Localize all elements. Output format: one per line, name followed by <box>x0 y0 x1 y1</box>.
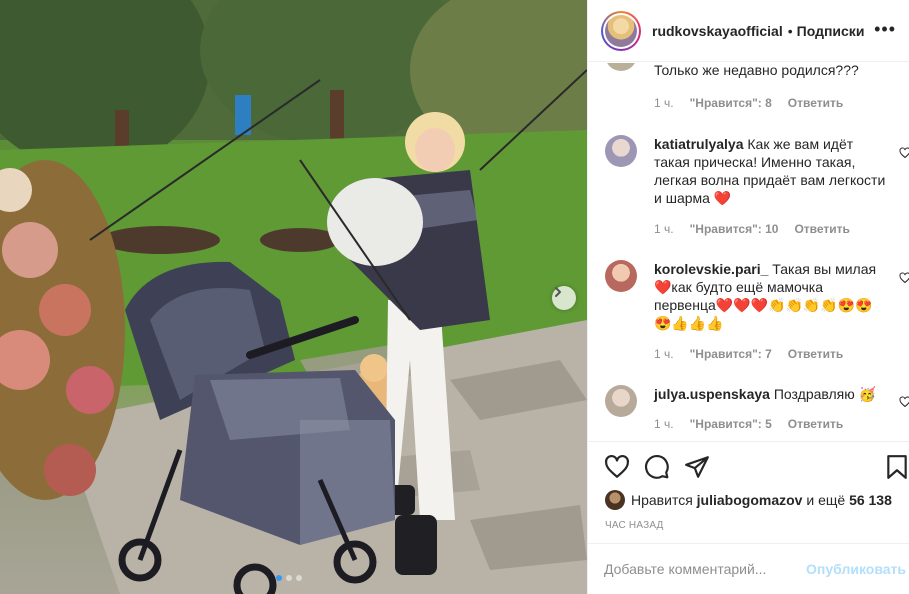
likes-summary: Нравится juliabogomazov и ещё 56 138 <box>605 490 892 510</box>
commenter-username[interactable]: katiatrulyalya <box>654 136 744 152</box>
comment-time: 1 ч. <box>654 417 674 431</box>
commenter-avatar[interactable] <box>605 385 637 417</box>
post-timestamp[interactable]: ЧАС НАЗАД <box>605 520 664 531</box>
comment-meta: 1 ч. "Нравится": 8 Ответить <box>654 96 843 110</box>
bookmark-icon[interactable] <box>884 454 909 480</box>
comment-like-heart-icon[interactable] <box>899 147 909 159</box>
share-icon[interactable] <box>684 454 710 480</box>
chevron-right-icon <box>555 287 561 297</box>
more-options-icon[interactable]: ••• <box>874 20 896 38</box>
author-username[interactable]: rudkovskayaofficial <box>652 23 783 39</box>
comment-likes-count[interactable]: "Нравится": 8 <box>690 96 772 110</box>
reply-button[interactable]: Ответить <box>788 347 843 361</box>
commenter-username[interactable]: korolevskie.pari_ <box>654 261 768 277</box>
comment-input[interactable] <box>604 561 804 577</box>
comment-content: katiatrulyalya Как же вам идёт такая при… <box>654 135 886 207</box>
photo-illustration <box>0 0 587 594</box>
comment-text: Поздравляю 🥳 <box>773 386 877 402</box>
avatar-border <box>603 12 639 49</box>
reply-button[interactable]: Ответить <box>788 96 843 110</box>
comment-likes-count[interactable]: "Нравится": 10 <box>690 222 779 236</box>
comment-likes-count[interactable]: "Нравится": 7 <box>690 347 772 361</box>
comment-likes-count[interactable]: "Нравится": 5 <box>690 417 772 431</box>
publish-button[interactable]: Опубликовать <box>806 561 906 577</box>
liker-avatar[interactable] <box>605 490 625 510</box>
heart-icon[interactable] <box>604 454 630 480</box>
author-avatar-image <box>605 14 637 47</box>
comment-time: 1 ч. <box>654 96 674 110</box>
reply-button[interactable]: Ответить <box>788 417 843 431</box>
likes-prefix: Нравится <box>631 492 693 508</box>
comment-time: 1 ч. <box>654 347 674 361</box>
comment-like-heart-icon[interactable] <box>899 396 909 408</box>
comment-meta: 1 ч. "Нравится": 10 Ответить <box>654 222 850 236</box>
reply-button[interactable]: Ответить <box>794 222 849 236</box>
add-comment-bar: Опубликовать <box>588 543 909 594</box>
post-actions: Нравится juliabogomazov и ещё 56 138 ЧАС… <box>588 441 909 543</box>
comment-like-heart-icon[interactable] <box>899 272 909 284</box>
comment-time: 1 ч. <box>654 222 674 236</box>
likes-and: и ещё <box>806 492 846 508</box>
likes-count[interactable]: 56 138 <box>849 492 892 508</box>
author-avatar[interactable] <box>601 10 641 51</box>
comment-content: korolevskie.pari_ Такая вы милая ❤️как б… <box>654 260 886 332</box>
commenter-username[interactable]: julya.uspenskaya <box>654 386 770 402</box>
comment-text: Только же недавно родился??? <box>654 63 859 78</box>
liker-username[interactable]: juliabogomazov <box>697 492 803 508</box>
carousel-dot <box>296 575 302 581</box>
comments-list[interactable]: Только же недавно родился??? 1 ч. "Нрави… <box>588 63 909 441</box>
comment-meta: 1 ч. "Нравится": 7 Ответить <box>654 347 843 361</box>
carousel-indicator <box>276 575 302 581</box>
post-header: rudkovskayaofficial • Подписки ••• <box>588 0 909 62</box>
carousel-dot <box>276 575 282 581</box>
comment-content: julya.uspenskaya Поздравляю 🥳 <box>654 385 886 403</box>
commenter-avatar[interactable] <box>605 63 637 71</box>
next-slide-button[interactable] <box>552 286 576 310</box>
comment-meta: 1 ч. "Нравится": 5 Ответить <box>654 417 843 431</box>
comment-icon[interactable] <box>644 454 670 480</box>
carousel-dot <box>286 575 292 581</box>
commenter-avatar[interactable] <box>605 135 637 167</box>
commenter-avatar[interactable] <box>605 260 637 292</box>
following-button[interactable]: Подписки <box>797 23 865 39</box>
post-photo[interactable] <box>0 0 587 594</box>
header-separator: • <box>787 22 793 39</box>
post-side-panel: rudkovskayaofficial • Подписки ••• Тольк… <box>587 0 909 594</box>
